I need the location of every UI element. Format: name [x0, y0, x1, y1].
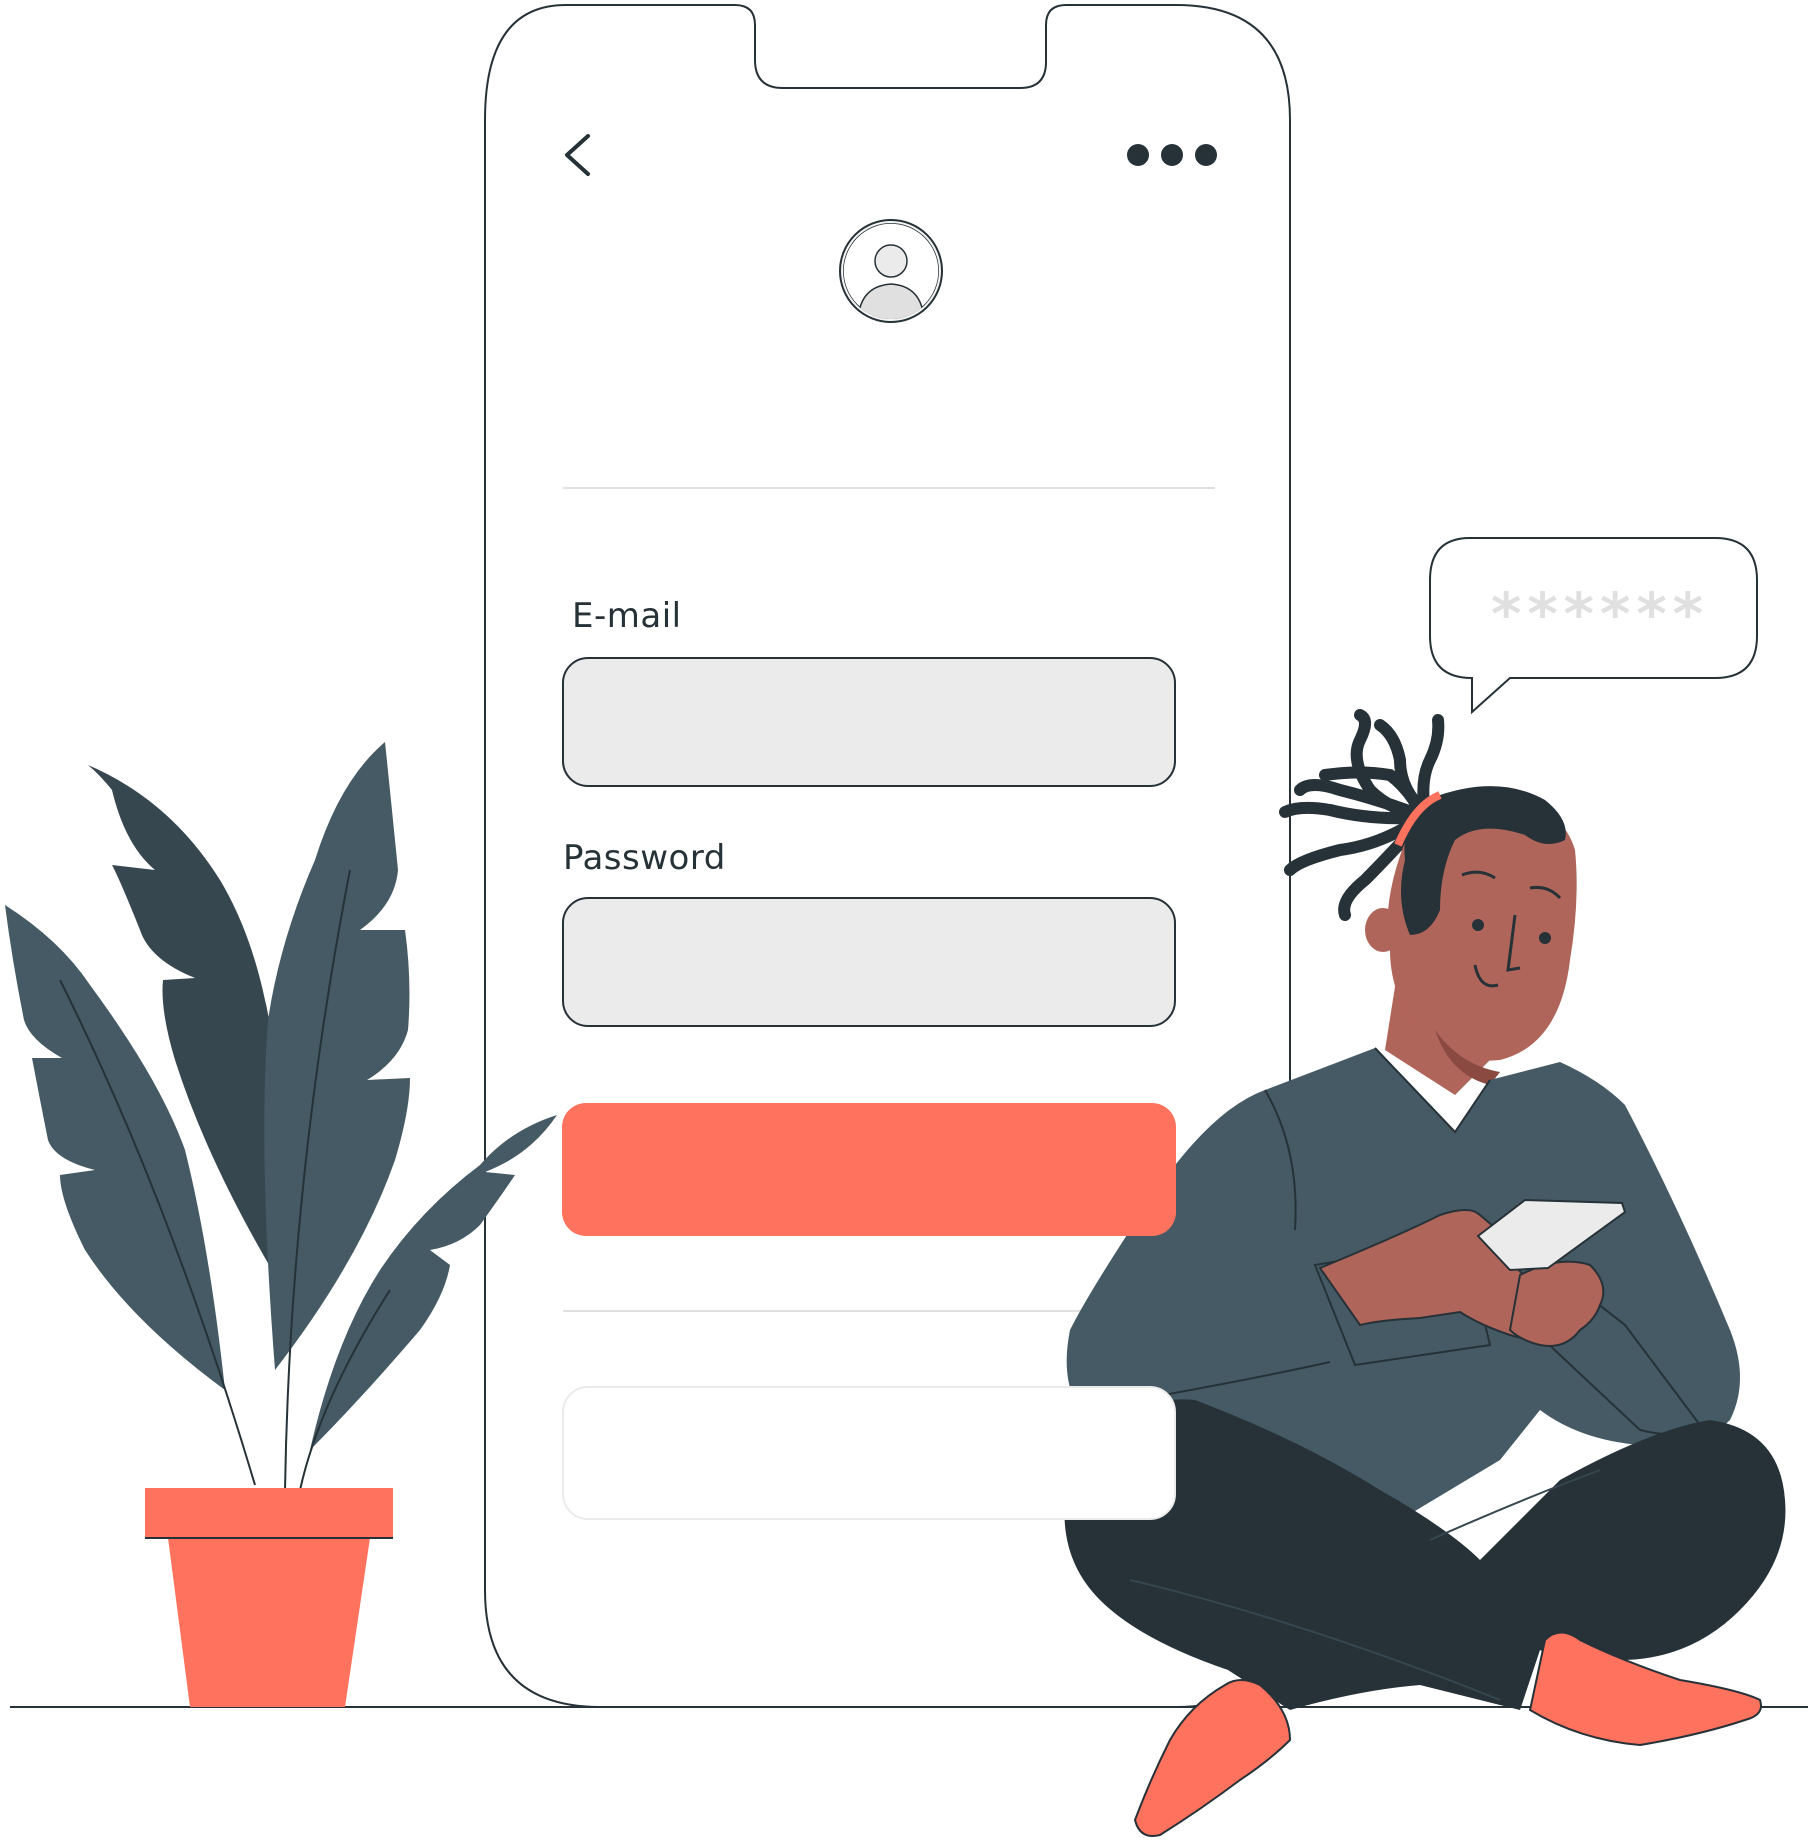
chevron-left-icon: [565, 134, 590, 176]
speech-bubble-text: ******: [1491, 580, 1709, 648]
secondary-button[interactable]: [562, 1386, 1176, 1520]
password-field[interactable]: [562, 897, 1176, 1027]
login-button[interactable]: [562, 1103, 1176, 1236]
avatar: [838, 218, 944, 324]
more-dots-icon: [1127, 144, 1217, 166]
more-options-button[interactable]: [1125, 140, 1220, 170]
login-screen: E-mail Password ******: [0, 0, 1815, 1846]
user-avatar-icon: [839, 219, 943, 323]
email-field[interactable]: [562, 657, 1176, 787]
back-button[interactable]: [555, 130, 595, 180]
password-label: Password: [563, 838, 726, 878]
email-label: E-mail: [572, 596, 682, 636]
